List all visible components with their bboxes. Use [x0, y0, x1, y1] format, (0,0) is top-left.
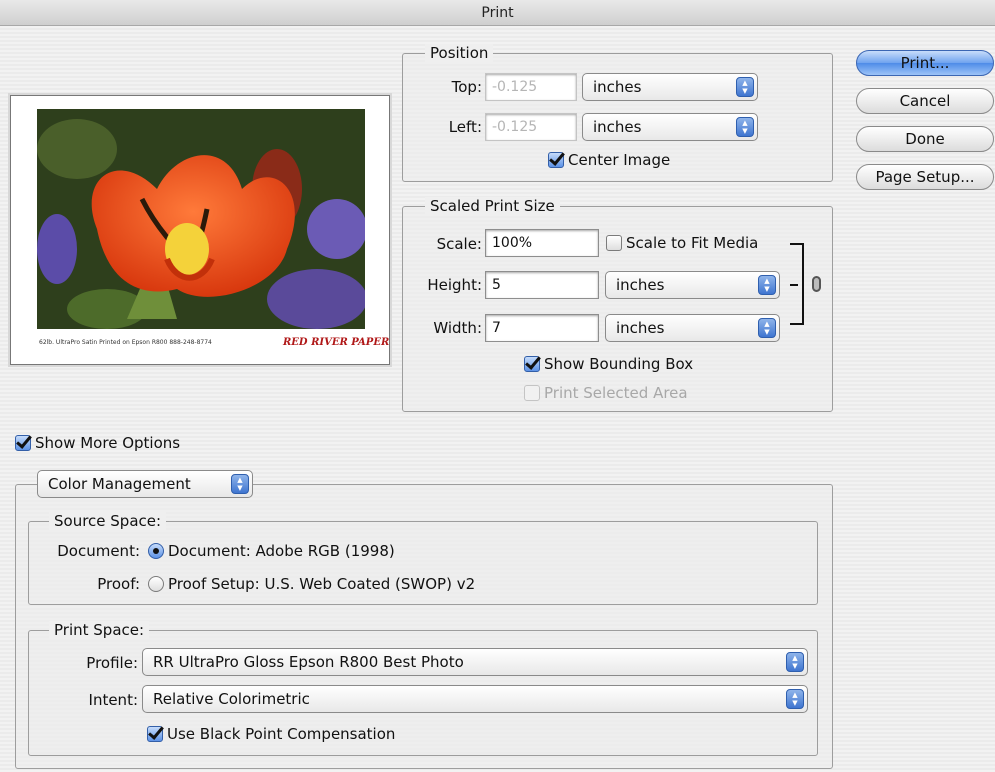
left-label: Left:	[448, 118, 482, 136]
profile-label: Profile:	[86, 654, 138, 672]
profile-popup[interactable]: RR UltraPro Gloss Epson R800 Best Photo …	[142, 648, 808, 676]
width-unit-popup[interactable]: inches ▲ ▼	[605, 314, 780, 342]
show-more-options-checkbox[interactable]	[15, 435, 31, 451]
scale-to-fit-label: Scale to Fit Media	[626, 234, 759, 252]
print-preview: 62lb. UltraPro Satin Printed on Epson R8…	[10, 95, 390, 365]
print-selected-area-checkbox[interactable]	[524, 385, 540, 401]
proportion-link-tick	[790, 284, 798, 286]
popup-stepper-icon: ▲ ▼	[736, 77, 754, 97]
document-label: Document:	[57, 542, 140, 560]
profile-value: RR UltraPro Gloss Epson R800 Best Photo	[153, 653, 464, 671]
show-bounding-box-checkbox-row[interactable]: Show Bounding Box	[524, 355, 693, 373]
popup-stepper-icon: ▲ ▼	[758, 275, 776, 295]
show-bounding-box-checkbox[interactable]	[524, 356, 540, 372]
intent-popup[interactable]: Relative Colorimetric ▲ ▼	[142, 685, 808, 713]
document-radio-row[interactable]: Document: Adobe RGB (1998)	[148, 542, 395, 560]
black-point-compensation-checkbox[interactable]	[147, 726, 163, 742]
left-offset-field[interactable]: -0.125	[485, 113, 577, 141]
black-point-compensation-checkbox-row[interactable]: Use Black Point Compensation	[147, 725, 395, 743]
height-label: Height:	[427, 276, 482, 294]
width-unit-value: inches	[616, 319, 665, 337]
height-field[interactable]: 5	[485, 271, 599, 299]
show-more-options-label: Show More Options	[35, 434, 181, 452]
preview-caption: 62lb. UltraPro Satin Printed on Epson R8…	[39, 339, 212, 346]
intent-value: Relative Colorimetric	[153, 690, 310, 708]
constrain-proportions-link-icon	[812, 276, 821, 292]
show-more-options-checkbox-row[interactable]: Show More Options	[15, 434, 180, 452]
popup-stepper-icon: ▲ ▼	[231, 474, 249, 494]
preview-photo	[37, 109, 365, 329]
popup-stepper-icon: ▲ ▼	[786, 689, 804, 709]
document-radio[interactable]	[148, 543, 164, 559]
popup-stepper-icon: ▲ ▼	[758, 318, 776, 338]
source-space-legend: Source Space:	[49, 512, 167, 530]
show-bounding-box-label: Show Bounding Box	[544, 355, 694, 373]
width-field[interactable]: 7	[485, 314, 599, 342]
center-image-checkbox[interactable]	[548, 152, 564, 168]
scale-label: Scale:	[436, 235, 482, 253]
width-label: Width:	[433, 319, 482, 337]
black-point-compensation-label: Use Black Point Compensation	[167, 725, 396, 743]
proof-label: Proof:	[97, 575, 140, 593]
done-button[interactable]: Done	[856, 126, 994, 152]
document-option-label: Document: Adobe RGB (1998)	[168, 542, 395, 560]
preview-brand-logo: RED RIVER PAPER	[283, 337, 390, 348]
center-image-label: Center Image	[568, 151, 671, 169]
print-space-legend: Print Space:	[49, 621, 150, 639]
color-management-popup[interactable]: Color Management ▲ ▼	[37, 470, 253, 498]
left-unit-popup[interactable]: inches ▲ ▼	[582, 113, 758, 141]
color-management-value: Color Management	[48, 475, 191, 493]
left-unit-value: inches	[593, 118, 642, 136]
print-selected-area-checkbox-row[interactable]: Print Selected Area	[524, 384, 688, 402]
top-label: Top:	[451, 78, 482, 96]
scale-to-fit-checkbox-row[interactable]: Scale to Fit Media	[606, 234, 758, 252]
height-unit-popup[interactable]: inches ▲ ▼	[605, 271, 780, 299]
height-unit-value: inches	[616, 276, 665, 294]
top-offset-field[interactable]: -0.125	[485, 73, 577, 101]
print-button[interactable]: Print...	[856, 50, 994, 76]
scale-field[interactable]: 100%	[485, 229, 599, 257]
proof-option-label: Proof Setup: U.S. Web Coated (SWOP) v2	[168, 575, 476, 593]
center-image-checkbox-row[interactable]: Center Image	[548, 151, 670, 169]
window-titlebar: Print	[0, 0, 995, 26]
cancel-button[interactable]: Cancel	[856, 88, 994, 114]
page-setup-button[interactable]: Page Setup...	[856, 164, 994, 190]
popup-stepper-icon: ▲ ▼	[786, 652, 804, 672]
top-unit-popup[interactable]: inches ▲ ▼	[582, 73, 758, 101]
scale-to-fit-checkbox[interactable]	[606, 235, 622, 251]
popup-stepper-icon: ▲ ▼	[736, 117, 754, 137]
scaled-print-size-legend: Scaled Print Size	[425, 197, 560, 215]
top-unit-value: inches	[593, 78, 642, 96]
print-selected-area-label: Print Selected Area	[544, 384, 688, 402]
intent-label: Intent:	[88, 691, 138, 709]
proof-radio[interactable]	[148, 576, 164, 592]
proof-radio-row[interactable]: Proof Setup: U.S. Web Coated (SWOP) v2	[148, 575, 475, 593]
window-title: Print	[481, 5, 514, 21]
position-legend: Position	[425, 44, 494, 62]
